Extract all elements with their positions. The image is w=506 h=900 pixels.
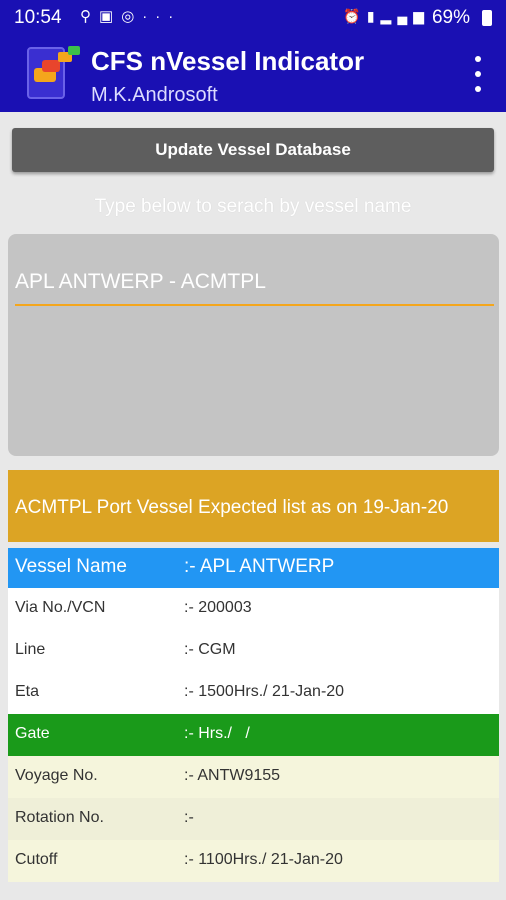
app-logo-icon: [27, 46, 80, 99]
image-icon: ▣: [99, 8, 122, 25]
expected-list-banner: ACMTPL Port Vessel Expected list as on 1…: [8, 470, 499, 542]
lte-icon: ▮: [366, 8, 381, 24]
status-bar: 10:54 ⚲▣◎··· ⏰▮▂▄▆ 69%: [0, 0, 506, 36]
app-bar: CFS nVessel Indicator M.K.Androsoft: [0, 36, 506, 112]
detail-value: :-: [184, 809, 194, 826]
detail-label: Eta: [15, 683, 40, 700]
detail-label: Gate: [15, 725, 50, 742]
alarm-icon: ⏰: [343, 8, 367, 24]
detail-value: :- 200003: [184, 599, 252, 616]
vessel-search-input[interactable]: [15, 260, 494, 306]
detail-row-rotation-no: Rotation No. :-: [8, 798, 499, 840]
signal-icon: ▂▄▆: [380, 8, 430, 24]
detail-row-line: Line :- CGM: [8, 630, 499, 672]
app-title: CFS nVessel Indicator: [91, 46, 365, 76]
update-vessel-database-button[interactable]: Update Vessel Database: [12, 128, 494, 172]
banner-text: ACMTPL Port Vessel Expected list as on 1…: [15, 497, 449, 518]
detail-value: :- Hrs./ /: [184, 725, 250, 742]
detail-label: Voyage No.: [15, 767, 98, 784]
vessel-details-table: Vessel Name :- APL ANTWERP Via No./VCN :…: [8, 548, 499, 882]
detail-row-cutoff: Cutoff :- 1100Hrs./ 21-Jan-20: [8, 840, 499, 882]
detail-value: :- CGM: [184, 641, 236, 658]
detail-label: Cutoff: [15, 851, 58, 868]
battery-percent: 69%: [431, 7, 470, 28]
detail-value: :- ANTW9155: [184, 767, 281, 784]
detail-label: Line: [15, 641, 46, 658]
detail-row-voyage-no: Voyage No. :- ANTW9155: [8, 756, 499, 798]
detail-row-vessel-name: Vessel Name :- APL ANTWERP: [8, 548, 499, 588]
detail-row-gate: Gate :- Hrs./ /: [8, 714, 499, 756]
status-time: 10:54: [14, 7, 62, 28]
volte-icon: ⚲: [80, 8, 99, 25]
detail-label: Vessel Name: [15, 556, 127, 577]
status-notification-icons: ⚲▣◎···: [80, 7, 181, 25]
overflow-menu-icon[interactable]: [468, 56, 488, 92]
search-panel: [8, 234, 499, 456]
detail-row-via-no: Via No./VCN :- 200003: [8, 588, 499, 630]
status-system-icons: ⏰▮▂▄▆: [343, 8, 430, 25]
detail-value: :- APL ANTWERP: [184, 556, 335, 577]
detail-value: :- 1100Hrs./ 21-Jan-20: [184, 851, 343, 868]
more-icon: ···: [142, 8, 182, 25]
app-subtitle: M.K.Androsoft: [91, 84, 218, 106]
detail-label: Rotation No.: [15, 809, 104, 826]
detail-label: Via No./VCN: [15, 599, 106, 616]
at-icon: ◎: [121, 8, 143, 25]
detail-value: :- 1500Hrs./ 21-Jan-20: [184, 683, 345, 700]
battery-icon: [482, 10, 492, 26]
search-hint: Type below to serach by vessel name: [94, 196, 412, 217]
detail-row-eta: Eta :- 1500Hrs./ 21-Jan-20: [8, 672, 499, 714]
